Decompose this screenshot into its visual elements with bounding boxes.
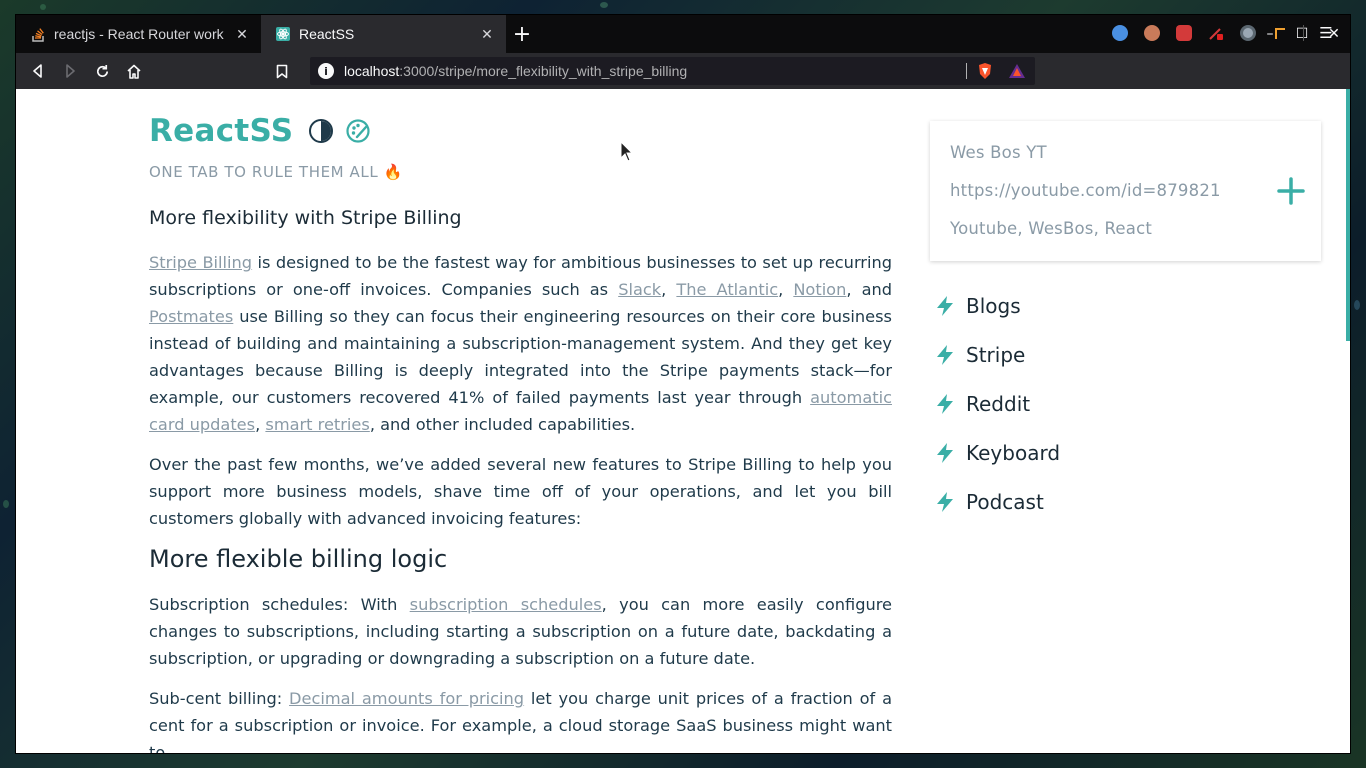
article-title: More flexibility with Stripe Billing [149, 207, 462, 229]
paragraph: Subscription schedules: With subscriptio… [149, 595, 892, 668]
add-icon[interactable] [1277, 177, 1305, 205]
category-item-stripe[interactable]: Stripe [930, 330, 1060, 379]
name-input[interactable]: Wes Bos YT [950, 143, 1301, 181]
tab-reactss[interactable]: ReactSS ✕ [261, 15, 506, 53]
toolbar-divider [1296, 19, 1310, 47]
category-label: Podcast [966, 489, 1044, 514]
lightning-icon [937, 295, 953, 316]
close-icon[interactable]: ✕ [233, 26, 251, 43]
extension-5-icon[interactable] [1232, 19, 1264, 47]
site-title[interactable]: ReactSS [149, 113, 293, 149]
bookmark-button[interactable] [266, 57, 298, 85]
home-button[interactable] [118, 57, 150, 85]
new-tab-button[interactable]: + [506, 15, 538, 53]
react-icon [275, 26, 291, 42]
extension-4-icon[interactable] [1200, 19, 1232, 47]
theme-toggle-icon[interactable] [309, 119, 334, 143]
category-item-keyboard[interactable]: Keyboard [930, 428, 1060, 477]
lightning-icon [937, 491, 953, 512]
forward-icon [66, 64, 75, 78]
info-icon[interactable]: i [318, 63, 334, 79]
article: More flexibility with Stripe Billing Str… [149, 207, 893, 754]
brave-shield-icon[interactable] [975, 61, 995, 81]
category-label: Blogs [966, 293, 1021, 318]
site-tagline: ONE TAB TO RULE THEM ALL 🔥 [149, 163, 403, 181]
site-header: ReactSS [149, 113, 371, 149]
lightning-icon [937, 393, 953, 414]
wallpaper-detail [40, 4, 46, 10]
link-subscription-schedules[interactable]: subscription schedules [410, 595, 602, 614]
wallpaper-detail [1354, 300, 1360, 310]
palette-icon[interactable] [345, 118, 371, 144]
paragraph: Over the past few months, we’ve added se… [149, 455, 892, 528]
link-smart-retries[interactable]: smart retries [265, 415, 369, 434]
tab-title: ReactSS [299, 26, 355, 42]
brave-rewards-icon[interactable] [1007, 61, 1027, 81]
category-item-reddit[interactable]: Reddit [930, 379, 1060, 428]
url-text[interactable]: localhost:3000/stripe/more_flexibility_w… [344, 63, 687, 79]
link-stripe-billing[interactable]: Stripe Billing [149, 253, 252, 272]
category-label: Reddit [966, 391, 1031, 416]
forward-button[interactable] [54, 57, 86, 85]
extension-2-icon[interactable] [1136, 19, 1168, 47]
back-button[interactable] [22, 57, 54, 85]
category-label: Stripe [966, 342, 1026, 367]
category-list: Blogs Stripe Reddit Keyboard Podcast [930, 281, 1060, 526]
url-divider [966, 63, 967, 79]
stackoverflow-icon [30, 26, 46, 42]
scrollbar-thumb[interactable] [1346, 89, 1350, 341]
extensions-toolbar: ☰ [1104, 15, 1342, 51]
link-notion[interactable]: Notion [793, 280, 846, 299]
link-decimal-amounts[interactable]: Decimal amounts for pricing [289, 689, 524, 708]
mouse-cursor-icon [620, 141, 634, 162]
extension-1-icon[interactable] [1104, 19, 1136, 47]
section-heading: More flexible billing logic [149, 545, 448, 573]
url-input[interactable]: https://youtube.com/id=879821 [950, 181, 1301, 219]
reload-button[interactable] [86, 57, 118, 85]
back-icon [33, 64, 42, 78]
paragraph: Stripe Billing is designed to be the fas… [149, 253, 893, 434]
reload-icon [96, 64, 108, 77]
home-icon [127, 64, 141, 79]
wallpaper-detail [600, 2, 608, 8]
browser-window: reactjs - React Router work ✕ ReactSS ✕ … [15, 14, 1351, 754]
tab-reactjs[interactable]: reactjs - React Router work ✕ [16, 15, 261, 53]
page-viewport: ReactSS ONE TAB TO RULE THEM ALL 🔥 More … [16, 89, 1350, 754]
add-link-form: Wes Bos YT https://youtube.com/id=879821… [930, 121, 1321, 261]
tab-title: reactjs - React Router work [54, 26, 224, 42]
wallpaper-detail [3, 500, 9, 508]
lightning-icon [937, 442, 953, 463]
category-label: Keyboard [966, 440, 1061, 465]
extension-3-icon[interactable] [1168, 19, 1200, 47]
navigation-bar: i localhost:3000/stripe/more_flexibility… [16, 24, 1350, 89]
category-item-blogs[interactable]: Blogs [930, 281, 1060, 330]
close-icon[interactable]: ✕ [478, 26, 496, 43]
bookmark-icon [276, 64, 288, 78]
link-the-atlantic[interactable]: The Atlantic [676, 280, 778, 299]
tags-input[interactable]: Youtube, WesBos, React [950, 219, 1301, 257]
extension-6-icon[interactable] [1264, 19, 1296, 47]
link-postmates[interactable]: Postmates [149, 307, 233, 326]
lightning-icon [937, 344, 953, 365]
category-item-podcast[interactable]: Podcast [930, 477, 1060, 526]
paragraph: Sub-cent billing: Decimal amounts for pr… [149, 689, 892, 754]
menu-button[interactable]: ☰ [1310, 19, 1342, 47]
url-bar[interactable]: i localhost:3000/stripe/more_flexibility… [310, 57, 1035, 85]
link-slack[interactable]: Slack [618, 280, 661, 299]
